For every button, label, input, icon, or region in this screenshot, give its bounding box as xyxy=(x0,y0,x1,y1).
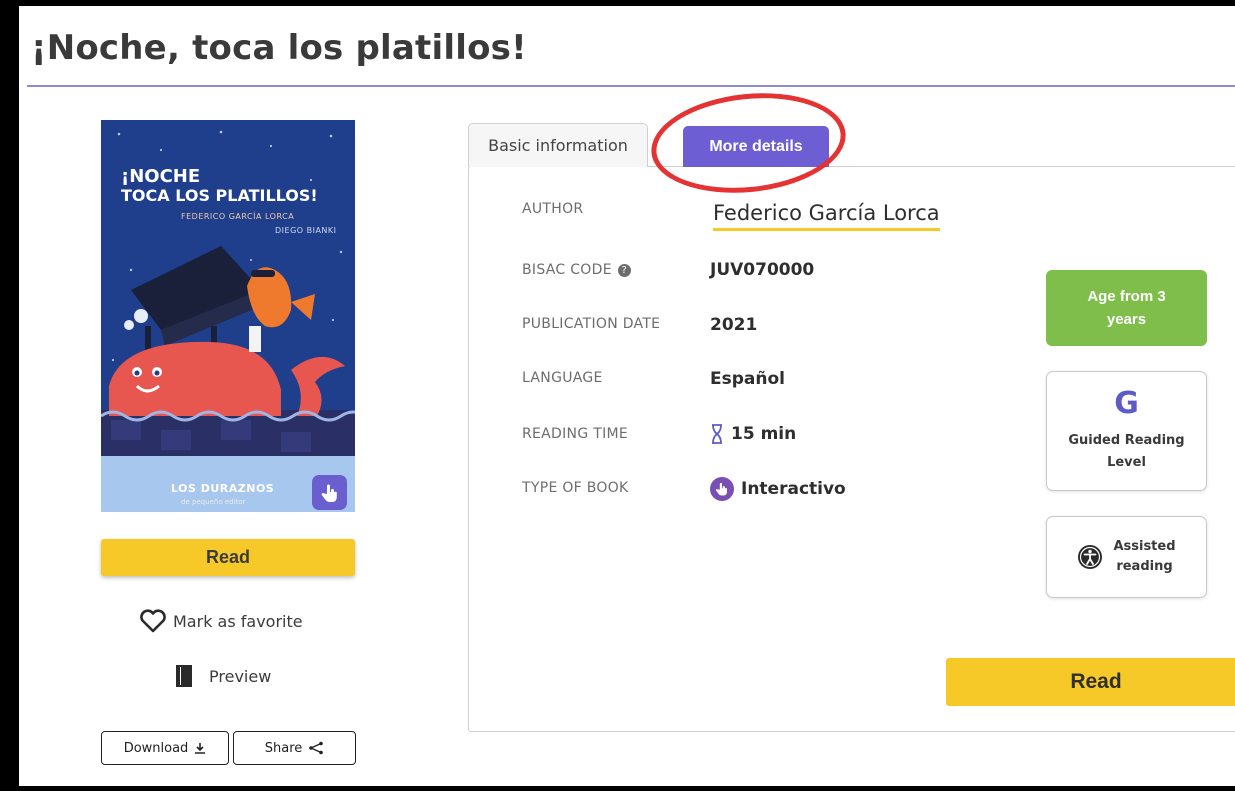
author-label: AUTHOR xyxy=(522,201,584,217)
question-icon[interactable]: ? xyxy=(617,263,631,277)
interactive-badge xyxy=(312,475,347,510)
author-value[interactable]: Federico García Lorca xyxy=(713,201,940,231)
share-button[interactable]: Share xyxy=(233,731,356,765)
language-label: LANGUAGE xyxy=(522,370,603,386)
cover-author: FEDERICO GARCÍA LORCA xyxy=(181,212,295,221)
type-row: Interactivo xyxy=(710,477,846,501)
pubdate-label: PUBLICATION DATE xyxy=(522,316,661,332)
share-icon xyxy=(309,741,324,755)
read-button[interactable]: Read xyxy=(101,539,355,576)
tab-more-details[interactable]: More details xyxy=(683,126,829,167)
assisted-line2: reading xyxy=(1116,559,1173,574)
guided-line1: Guided Reading xyxy=(1068,433,1185,448)
pubdate-value: 2021 xyxy=(710,315,758,335)
page-title: ¡Noche, toca los platillos! xyxy=(31,28,527,68)
cover-publisher-sub: de pequeño editor xyxy=(181,498,246,506)
book-icon xyxy=(176,665,192,687)
reading-time-label: READING TIME xyxy=(522,426,629,442)
type-label: TYPE OF BOOK xyxy=(522,480,629,496)
assisted-reading-card[interactable]: Assisted reading xyxy=(1046,516,1207,598)
share-label: Share xyxy=(264,740,303,756)
interactive-hand-icon xyxy=(710,477,734,501)
title-divider xyxy=(27,85,1235,87)
cover-illustrator: DIEGO BIANKI xyxy=(275,226,337,235)
accessibility-icon xyxy=(1078,545,1103,569)
cover-title-line1: ¡NOCHE xyxy=(121,166,201,187)
cover-publisher: LOS DURAZNOS xyxy=(171,482,275,495)
read-button-main[interactable]: Read xyxy=(946,658,1235,706)
age-badge: Age from 3 years xyxy=(1046,270,1207,346)
bisac-label-text: BISAC CODE xyxy=(522,262,612,278)
hourglass-icon xyxy=(712,424,722,444)
type-value: Interactivo xyxy=(741,479,846,499)
book-cover[interactable]: ¡NOCHE TOCA LOS PLATILLOS! FEDERICO GARC… xyxy=(101,120,355,512)
page: ¡Noche, toca los platillos! ¡NOCHE TOCA … xyxy=(19,6,1235,786)
heart-icon xyxy=(140,609,166,633)
language-value: Español xyxy=(710,369,785,389)
assisted-line1: Assisted xyxy=(1113,539,1176,554)
favorite-label: Mark as favorite xyxy=(173,611,303,631)
favorite-link[interactable]: Mark as favorite xyxy=(139,609,303,633)
screenshot-frame: ¡Noche, toca los platillos! ¡NOCHE TOCA … xyxy=(0,6,1235,791)
cover-title-line2: TOCA LOS PLATILLOS! xyxy=(121,186,318,205)
age-line1: Age from 3 xyxy=(1087,287,1166,305)
guided-reading-card[interactable]: G Guided Reading Level xyxy=(1046,371,1207,491)
download-label: Download xyxy=(123,740,189,756)
download-button[interactable]: Download xyxy=(101,731,229,765)
bisac-value: JUV070000 xyxy=(710,260,815,280)
download-icon xyxy=(195,743,206,754)
tab-basic-information[interactable]: Basic information xyxy=(468,123,648,167)
reading-time-value: 15 min xyxy=(731,424,797,444)
interactive-hand-icon xyxy=(321,484,337,502)
reading-time-row: 15 min xyxy=(710,424,796,444)
preview-link[interactable]: Preview xyxy=(175,664,271,688)
guided-line2: Level xyxy=(1107,455,1146,470)
guided-level-letter: G xyxy=(1114,386,1139,421)
preview-label: Preview xyxy=(209,666,272,686)
age-line2: years xyxy=(1106,311,1147,328)
bisac-label: BISAC CODE? xyxy=(522,262,631,278)
